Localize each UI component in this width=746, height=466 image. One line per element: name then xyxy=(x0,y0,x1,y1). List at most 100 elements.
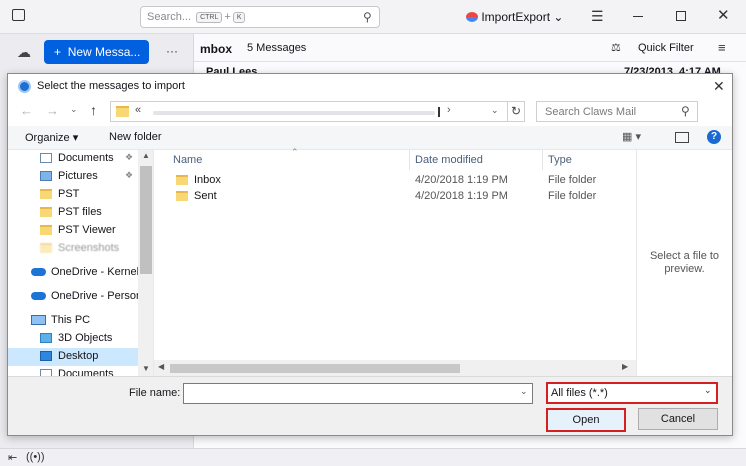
open-button[interactable]: Open xyxy=(546,408,626,432)
nav-item-this-pc[interactable]: This PC xyxy=(8,312,142,330)
status-bar: ⇤ ((•)) xyxy=(0,448,746,466)
column-type[interactable]: Type xyxy=(548,150,572,170)
back-icon[interactable]: ← xyxy=(20,103,33,118)
new-message-label: New Messa... xyxy=(67,45,141,59)
search-input[interactable]: Search... CTRL + K ⚲ xyxy=(140,6,380,28)
organize-button[interactable]: Organize ▾ xyxy=(25,131,78,144)
command-bar: Organize ▾ New folder ▦ ▾ ? xyxy=(8,126,732,150)
scroll-right-icon[interactable]: ▶ xyxy=(622,362,628,371)
nav-item-screenshots[interactable]: Screenshots xyxy=(8,240,142,258)
address-row: ← → ⌄ ↑ « › ⌄ ↻ Search Claws Mail ⚲ xyxy=(8,100,732,126)
file-name-input[interactable]: ⌄ xyxy=(183,383,533,404)
file-type: File folder xyxy=(548,174,597,186)
account-selector[interactable]: ImportExport ⌄ xyxy=(466,10,563,24)
pin-icon: ❖ xyxy=(125,170,134,180)
filter-value: All files (*.*) xyxy=(551,387,608,399)
nav-item-3d-objects[interactable]: 3D Objects xyxy=(8,330,142,348)
nav-scroll-down-icon[interactable]: ▼ xyxy=(142,364,150,373)
nav-item-label: This PC xyxy=(51,314,91,326)
nav-scroll-up-icon[interactable]: ▲ xyxy=(142,151,150,160)
folder-name: mbox xyxy=(200,42,233,56)
nav-item-desktop[interactable]: Desktop xyxy=(8,348,142,366)
recent-locations-icon[interactable]: ⌄ xyxy=(70,104,78,115)
account-label: ImportExport xyxy=(481,10,551,24)
navigation-pane: Documents ❖ Pictures ❖ PST PST files PST… xyxy=(8,150,154,376)
scroll-left-icon[interactable]: ◀ xyxy=(158,362,164,371)
new-folder-button[interactable]: New folder xyxy=(109,131,162,143)
nav-scrollbar-thumb[interactable] xyxy=(140,166,152,274)
nav-item-pst-files[interactable]: PST files xyxy=(8,204,142,222)
message-count: 5 Messages xyxy=(247,42,307,54)
forward-icon[interactable]: → xyxy=(46,103,59,118)
nav-item-label: Documents xyxy=(58,152,114,164)
filter-dropdown-icon: ⌄ xyxy=(704,385,712,395)
quick-filter-icon[interactable]: ⚖ xyxy=(611,41,621,54)
close-window-icon[interactable]: ✕ xyxy=(717,6,730,24)
column-divider[interactable] xyxy=(542,150,543,170)
file-date: 4/20/2018 1:19 PM xyxy=(415,190,508,202)
nav-item-pictures[interactable]: Pictures ❖ xyxy=(8,168,142,186)
title-bar: Search... CTRL + K ⚲ ImportExport ⌄ ☰ ✕ xyxy=(0,0,746,34)
sort-indicator-icon: ⌃ xyxy=(291,147,299,157)
new-message-button[interactable]: + New Messa... xyxy=(44,40,149,64)
quick-filter-button[interactable]: Quick Filter xyxy=(638,42,694,54)
dialog-title: Select the messages to import xyxy=(37,80,185,92)
thunderbird-logo-icon xyxy=(18,80,31,93)
dialog-titlebar: Select the messages to import ✕ xyxy=(8,74,732,100)
nav-item-pst[interactable]: PST xyxy=(8,186,142,204)
kbd-k: K xyxy=(232,12,246,23)
file-type-filter[interactable]: All files (*.*) ⌄ xyxy=(546,382,718,404)
column-date[interactable]: Date modified xyxy=(415,150,483,170)
column-divider[interactable] xyxy=(409,150,410,170)
dialog-search-icon: ⚲ xyxy=(681,104,690,118)
cancel-button[interactable]: Cancel xyxy=(638,408,718,430)
column-name[interactable]: Name xyxy=(173,150,202,170)
address-bar[interactable]: « › ⌄ xyxy=(110,101,508,122)
activity-icon[interactable]: ((•)) xyxy=(26,451,45,463)
kbd-plus: + xyxy=(224,11,231,23)
get-messages-icon[interactable]: ☁ xyxy=(17,44,31,61)
documents-icon xyxy=(40,369,52,376)
nav-item-label: PST files xyxy=(58,206,102,218)
cube-icon xyxy=(40,333,52,343)
nav-item-onedrive-personal[interactable]: OneDrive - Person xyxy=(8,288,142,306)
file-list-scrollbar-thumb[interactable] xyxy=(170,364,460,373)
address-chevron-icon[interactable]: › xyxy=(447,104,451,116)
file-list: ⌃ Name Date modified Type Inbox 4/20/201… xyxy=(154,147,636,376)
close-dialog-icon[interactable]: ✕ xyxy=(713,78,725,95)
menu-icon[interactable] xyxy=(12,9,25,21)
address-path xyxy=(153,111,435,115)
maximize-icon[interactable] xyxy=(676,11,686,21)
file-row[interactable]: Inbox 4/20/2018 1:19 PM File folder xyxy=(154,172,636,188)
file-name-dropdown-icon[interactable]: ⌄ xyxy=(520,386,528,397)
nav-item-label: Screenshots xyxy=(58,242,120,254)
refresh-icon[interactable]: ↻ xyxy=(508,101,525,122)
hamburger-icon[interactable]: ☰ xyxy=(591,8,604,25)
nav-item-documents[interactable]: Documents ❖ xyxy=(8,150,142,168)
folder-icon xyxy=(40,207,52,217)
message-list-header: mbox 5 Messages ⚖ Quick Filter ≡ xyxy=(194,34,746,62)
nav-item-pst-viewer[interactable]: PST Viewer xyxy=(8,222,142,240)
view-options-icon[interactable]: ▦ ▾ xyxy=(622,130,641,143)
nav-item-documents-pc[interactable]: Documents xyxy=(8,366,142,376)
up-icon[interactable]: ↑ xyxy=(90,102,97,118)
kbd-ctrl: CTRL xyxy=(196,12,223,23)
minimize-icon[interactable] xyxy=(633,16,643,17)
nav-item-label: Pictures xyxy=(58,170,98,182)
preview-message: Select a file to preview. xyxy=(649,250,720,275)
help-icon[interactable]: ? xyxy=(707,130,721,144)
address-dropdown-icon[interactable]: ⌄ xyxy=(491,105,499,116)
computer-icon xyxy=(31,315,46,325)
address-cursor xyxy=(438,107,440,117)
nav-item-label: PST xyxy=(58,188,80,200)
collapse-pane-icon[interactable]: ⇤ xyxy=(8,451,17,464)
nav-item-label: OneDrive - Person xyxy=(51,290,142,302)
more-icon[interactable]: ··· xyxy=(166,44,178,58)
display-options-icon[interactable]: ≡ xyxy=(718,40,726,55)
dialog-search-input[interactable]: Search Claws Mail ⚲ xyxy=(536,101,698,122)
file-row[interactable]: Sent 4/20/2018 1:19 PM File folder xyxy=(154,188,636,204)
file-name: Inbox xyxy=(194,174,221,186)
nav-item-onedrive-kernel[interactable]: OneDrive - Kernel xyxy=(8,264,142,282)
preview-pane-icon[interactable] xyxy=(675,132,689,143)
cloud-icon xyxy=(31,268,46,276)
